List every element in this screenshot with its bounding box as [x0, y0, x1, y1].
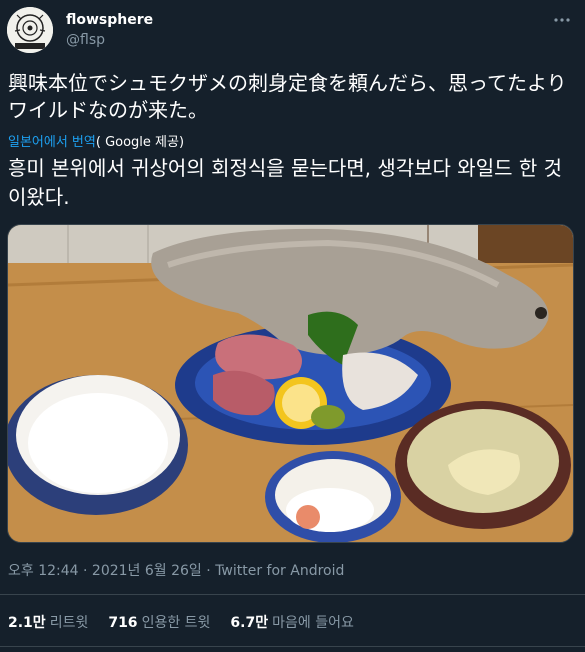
translate-link[interactable]: 일본어에서 번역 — [8, 135, 96, 150]
likes-label: 마음에 들어요 — [272, 615, 354, 631]
divider — [0, 646, 585, 647]
avatar[interactable] — [7, 7, 53, 53]
tweet-original-text: 興味本位でシュモクザメの刺身定食を頼んだら、思ってたよりワイルドなのが来た。 — [8, 71, 567, 122]
divider — [0, 594, 585, 595]
tweet-translated-text: 흥미 본위에서 귀상어의 회정식을 묻는다면, 생각보다 와일드 한 것이왔다. — [8, 156, 563, 209]
tweet-client[interactable]: Twitter for Android — [215, 563, 344, 579]
more-horizontal-icon[interactable] — [552, 10, 572, 30]
tweet-date[interactable]: 2021년 6월 26일 — [92, 563, 202, 579]
avatar-image — [7, 7, 53, 53]
tweet-header: flowsphere @flsp — [0, 0, 585, 62]
retweets-count: 2.1만 — [8, 615, 46, 631]
meta-separator: · — [206, 563, 211, 579]
retweets-stat[interactable]: 2.1만 리트윗 — [8, 612, 88, 632]
account-handle[interactable]: @flsp — [66, 32, 105, 48]
likes-stat[interactable]: 6.7만 마음에 들어요 — [230, 612, 353, 632]
sashimi-set-meal-image — [8, 225, 573, 542]
meta-separator: · — [83, 563, 88, 579]
tweet-time[interactable]: 오후 12:44 — [8, 563, 79, 579]
account-name[interactable]: flowsphere — [66, 12, 153, 28]
tweet-stats: 2.1만 리트윗 716 인용한 트윗 6.7만 마음에 들어요 — [8, 612, 354, 632]
quotes-label: 인용한 트윗 — [141, 615, 211, 631]
retweets-label: 리트윗 — [49, 615, 89, 631]
quotes-stat[interactable]: 716 인용한 트윗 — [108, 612, 210, 632]
quotes-count: 716 — [108, 615, 138, 631]
translation-provider: ( Google 제공) — [95, 135, 185, 150]
likes-count: 6.7만 — [230, 615, 269, 631]
tweet-meta: 오후 12:44 · 2021년 6월 26일 · Twitter for An… — [8, 560, 344, 580]
translation-attribution: 일본어에서 번역( Google 제공) — [8, 131, 184, 150]
tweet-photo[interactable] — [7, 224, 574, 543]
